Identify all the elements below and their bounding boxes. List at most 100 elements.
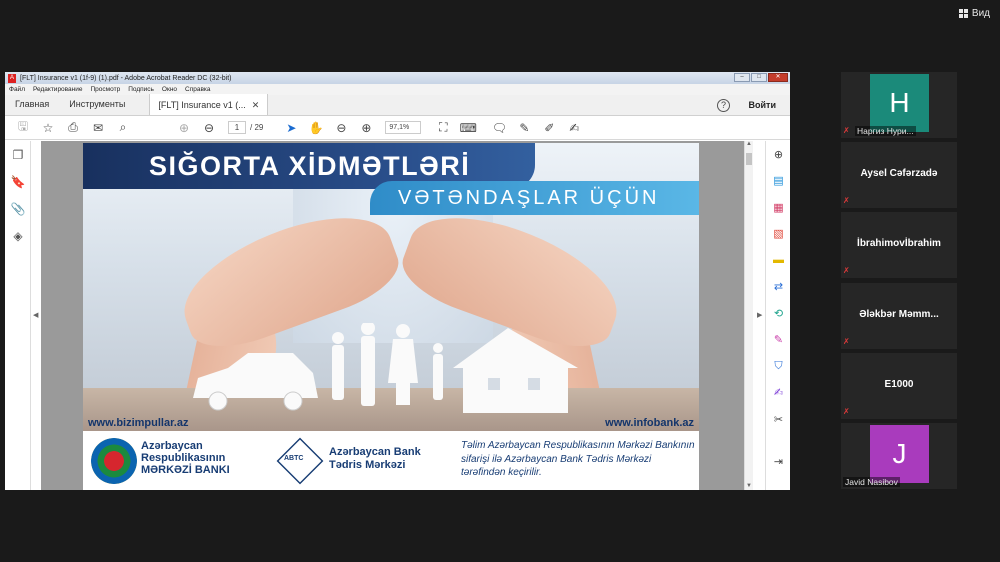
tab-tools[interactable]: Инструменты	[59, 94, 135, 115]
keyboard-icon[interactable]: ⌨	[458, 118, 478, 138]
bank-training-center-name: Azərbaycan Bank Tədris Mərkəzi	[329, 446, 421, 471]
sign-in-button[interactable]: Войти	[749, 95, 776, 116]
zoom-tool-icon[interactable]: ⊕	[766, 141, 790, 168]
mic-muted-icon: ✗	[843, 266, 850, 275]
participant-name: Javid Nasibov	[843, 477, 900, 487]
close-tab-icon[interactable]: ✕	[252, 95, 260, 115]
participant-tile[interactable]: İbrahimovİbrahim ✗	[841, 212, 957, 278]
participant-name: Наргиз Нури...	[855, 126, 916, 136]
mic-muted-icon: ✗	[843, 126, 850, 135]
url-right: www.infobank.az	[605, 417, 694, 429]
maximize-button[interactable]: □	[751, 73, 767, 82]
acrobat-window: A [FLT] Insurance v1 (1f-9) (1).pdf - Ad…	[5, 72, 790, 490]
scroll-up-icon[interactable]: ▲	[746, 141, 752, 147]
participant-tile[interactable]: Ələkbər Məmm... ✗	[841, 283, 957, 349]
slide-subtitle: VƏTƏNDAŞLAR ÜÇÜN	[398, 186, 660, 209]
right-tools-pane: ⊕ ▤ ▦ ▧ ▬ ⇄ ⟲ ✎ ⛉ ✍ ✂ ⇥	[765, 141, 790, 490]
fit-page-icon[interactable]: ⛶	[433, 118, 453, 138]
acrobat-app-icon: A	[8, 73, 16, 83]
zoom-in-icon[interactable]: ⊕	[356, 118, 376, 138]
highlight-pen-icon[interactable]: ✎	[514, 118, 534, 138]
minimize-button[interactable]: –	[734, 73, 750, 82]
close-window-button[interactable]: ✕	[768, 73, 788, 82]
document-view[interactable]: SIĞORTA XİDMƏTLƏRİ VƏTƏNDAŞLAR ÜÇÜN www.…	[41, 141, 744, 490]
zoom-level-select[interactable]: 97,1%	[385, 121, 422, 134]
main-toolbar: 🖫 ☆ ⎙ ✉ ⌕ ⊕ ⊖ 1 / 29 ➤ ✋ ⊖ ⊕ 97,1% ⛶ ⌨ 🗨…	[5, 116, 790, 140]
next-page-icon[interactable]: ⊖	[199, 118, 219, 138]
expand-pane-icon[interactable]: ⇥	[766, 449, 790, 476]
acrobat-titlebar: A [FLT] Insurance v1 (1f-9) (1).pdf - Ad…	[5, 72, 790, 84]
page-number-input[interactable]: 1	[228, 121, 246, 134]
organize-pages-icon[interactable]: ▦	[766, 194, 790, 221]
view-button[interactable]: Вид	[958, 8, 990, 19]
left-nav-pane: ❐ 🔖 📎 ◈	[5, 141, 31, 490]
participant-name: Ələkbər Məmm...	[859, 309, 939, 320]
tab-home[interactable]: Главная	[5, 94, 59, 115]
avatar: J	[870, 425, 929, 483]
pdf-page: SIĞORTA XİDMƏTLƏRİ VƏTƏNDAŞLAR ÜÇÜN www.…	[83, 143, 699, 490]
grid-view-icon	[958, 9, 968, 18]
layers-icon[interactable]: ◈	[5, 222, 31, 249]
help-icon[interactable]: ?	[717, 99, 730, 112]
comment-tool-icon[interactable]: ▬	[766, 247, 790, 274]
scroll-down-icon[interactable]: ▼	[746, 483, 752, 489]
fill-sign-icon[interactable]: ✍	[564, 118, 584, 138]
select-cursor-icon[interactable]: ➤	[281, 118, 301, 138]
menu-window[interactable]: Окно	[162, 86, 177, 93]
participant-name: Aysel Cəfərzadə	[860, 168, 938, 179]
footer-note: Təlim Azərbaycan Respublikasının Mərkəzi…	[461, 440, 695, 478]
participant-tile[interactable]: Aysel Cəfərzadə ✗	[841, 142, 957, 208]
document-content: ❐ 🔖 📎 ◈ ◀ SIĞORTA XİDMƏTLƏRİ VƏTƏNDAŞLAR…	[5, 141, 790, 490]
collapse-right-icon[interactable]: ▶	[757, 311, 762, 319]
prev-page-icon[interactable]: ⊕	[174, 118, 194, 138]
email-icon[interactable]: ✉	[88, 118, 108, 138]
fill-sign-tool-icon[interactable]: ✎	[766, 327, 790, 354]
scroll-thumb[interactable]	[746, 153, 752, 165]
participant-name: E1000	[884, 379, 914, 390]
edit-pdf-icon[interactable]: ⇄	[766, 274, 790, 301]
vertical-scrollbar[interactable]: ▲ ▼	[744, 141, 753, 490]
scan-ocr-icon[interactable]: ⟲	[766, 300, 790, 327]
mic-muted-icon: ✗	[843, 337, 850, 346]
participant-tile[interactable]: H ✗ Наргиз Нури...	[841, 72, 957, 138]
bookmarks-icon[interactable]: 🔖	[5, 168, 31, 195]
create-pdf-icon[interactable]: ▤	[766, 168, 790, 195]
save-icon[interactable]: 🖫	[13, 118, 33, 138]
participant-tile[interactable]: J Javid Nasibov	[841, 423, 957, 489]
print-icon[interactable]: ⎙	[63, 118, 83, 138]
url-left: www.bizimpullar.az	[88, 417, 189, 429]
zoom-out-icon[interactable]: ⊖	[331, 118, 351, 138]
participant-tile[interactable]: E1000 ✗	[841, 353, 957, 419]
mic-muted-icon: ✗	[843, 196, 850, 205]
sign-tool-icon[interactable]: ✍	[766, 380, 790, 407]
page-thumbnails-icon[interactable]: ❐	[5, 141, 31, 168]
azerbaijan-emblem-icon	[91, 438, 137, 484]
view-label: Вид	[971, 8, 990, 19]
bookmark-star-icon[interactable]: ☆	[38, 118, 58, 138]
slide-subtitle-banner: VƏTƏNDAŞLAR ÜÇÜN	[370, 181, 699, 215]
participant-name: İbrahimovİbrahim	[857, 238, 941, 249]
hand-tool-icon[interactable]: ✋	[306, 118, 326, 138]
window-title: [FLT] Insurance v1 (1f-9) (1).pdf - Adob…	[20, 74, 232, 82]
collapse-left-icon[interactable]: ◀	[33, 311, 38, 319]
menu-file[interactable]: Файл	[9, 86, 25, 93]
abtc-logo-text: ABTC	[284, 455, 304, 462]
tabs-bar: Главная Инструменты [FLT] Insurance v1 (…	[5, 94, 790, 116]
draw-icon[interactable]: ✐	[539, 118, 559, 138]
menu-edit[interactable]: Редактирование	[33, 86, 83, 93]
zoom-meeting-window: Вид A [FLT] Insurance v1 (1f-9) (1).pdf …	[0, 0, 1000, 562]
menu-sign[interactable]: Подпись	[128, 86, 154, 93]
protect-icon[interactable]: ⛉	[766, 353, 790, 380]
attachments-icon[interactable]: 📎	[5, 195, 31, 222]
tab-document[interactable]: [FLT] Insurance v1 (... ✕	[149, 94, 269, 115]
search-icon[interactable]: ⌕	[113, 118, 133, 138]
export-pdf-icon[interactable]: ▧	[766, 221, 790, 248]
menu-view[interactable]: Просмотр	[91, 86, 121, 93]
tab-document-label: [FLT] Insurance v1 (...	[158, 99, 246, 110]
menu-help[interactable]: Справка	[185, 86, 211, 93]
more-tools-icon[interactable]: ✂	[766, 406, 790, 433]
comment-icon[interactable]: 🗨	[489, 118, 509, 138]
central-bank-name: Azərbaycan Respublikasının MƏRKƏZİ BANKI	[141, 440, 230, 476]
mic-muted-icon: ✗	[843, 407, 850, 416]
avatar: H	[870, 74, 929, 132]
